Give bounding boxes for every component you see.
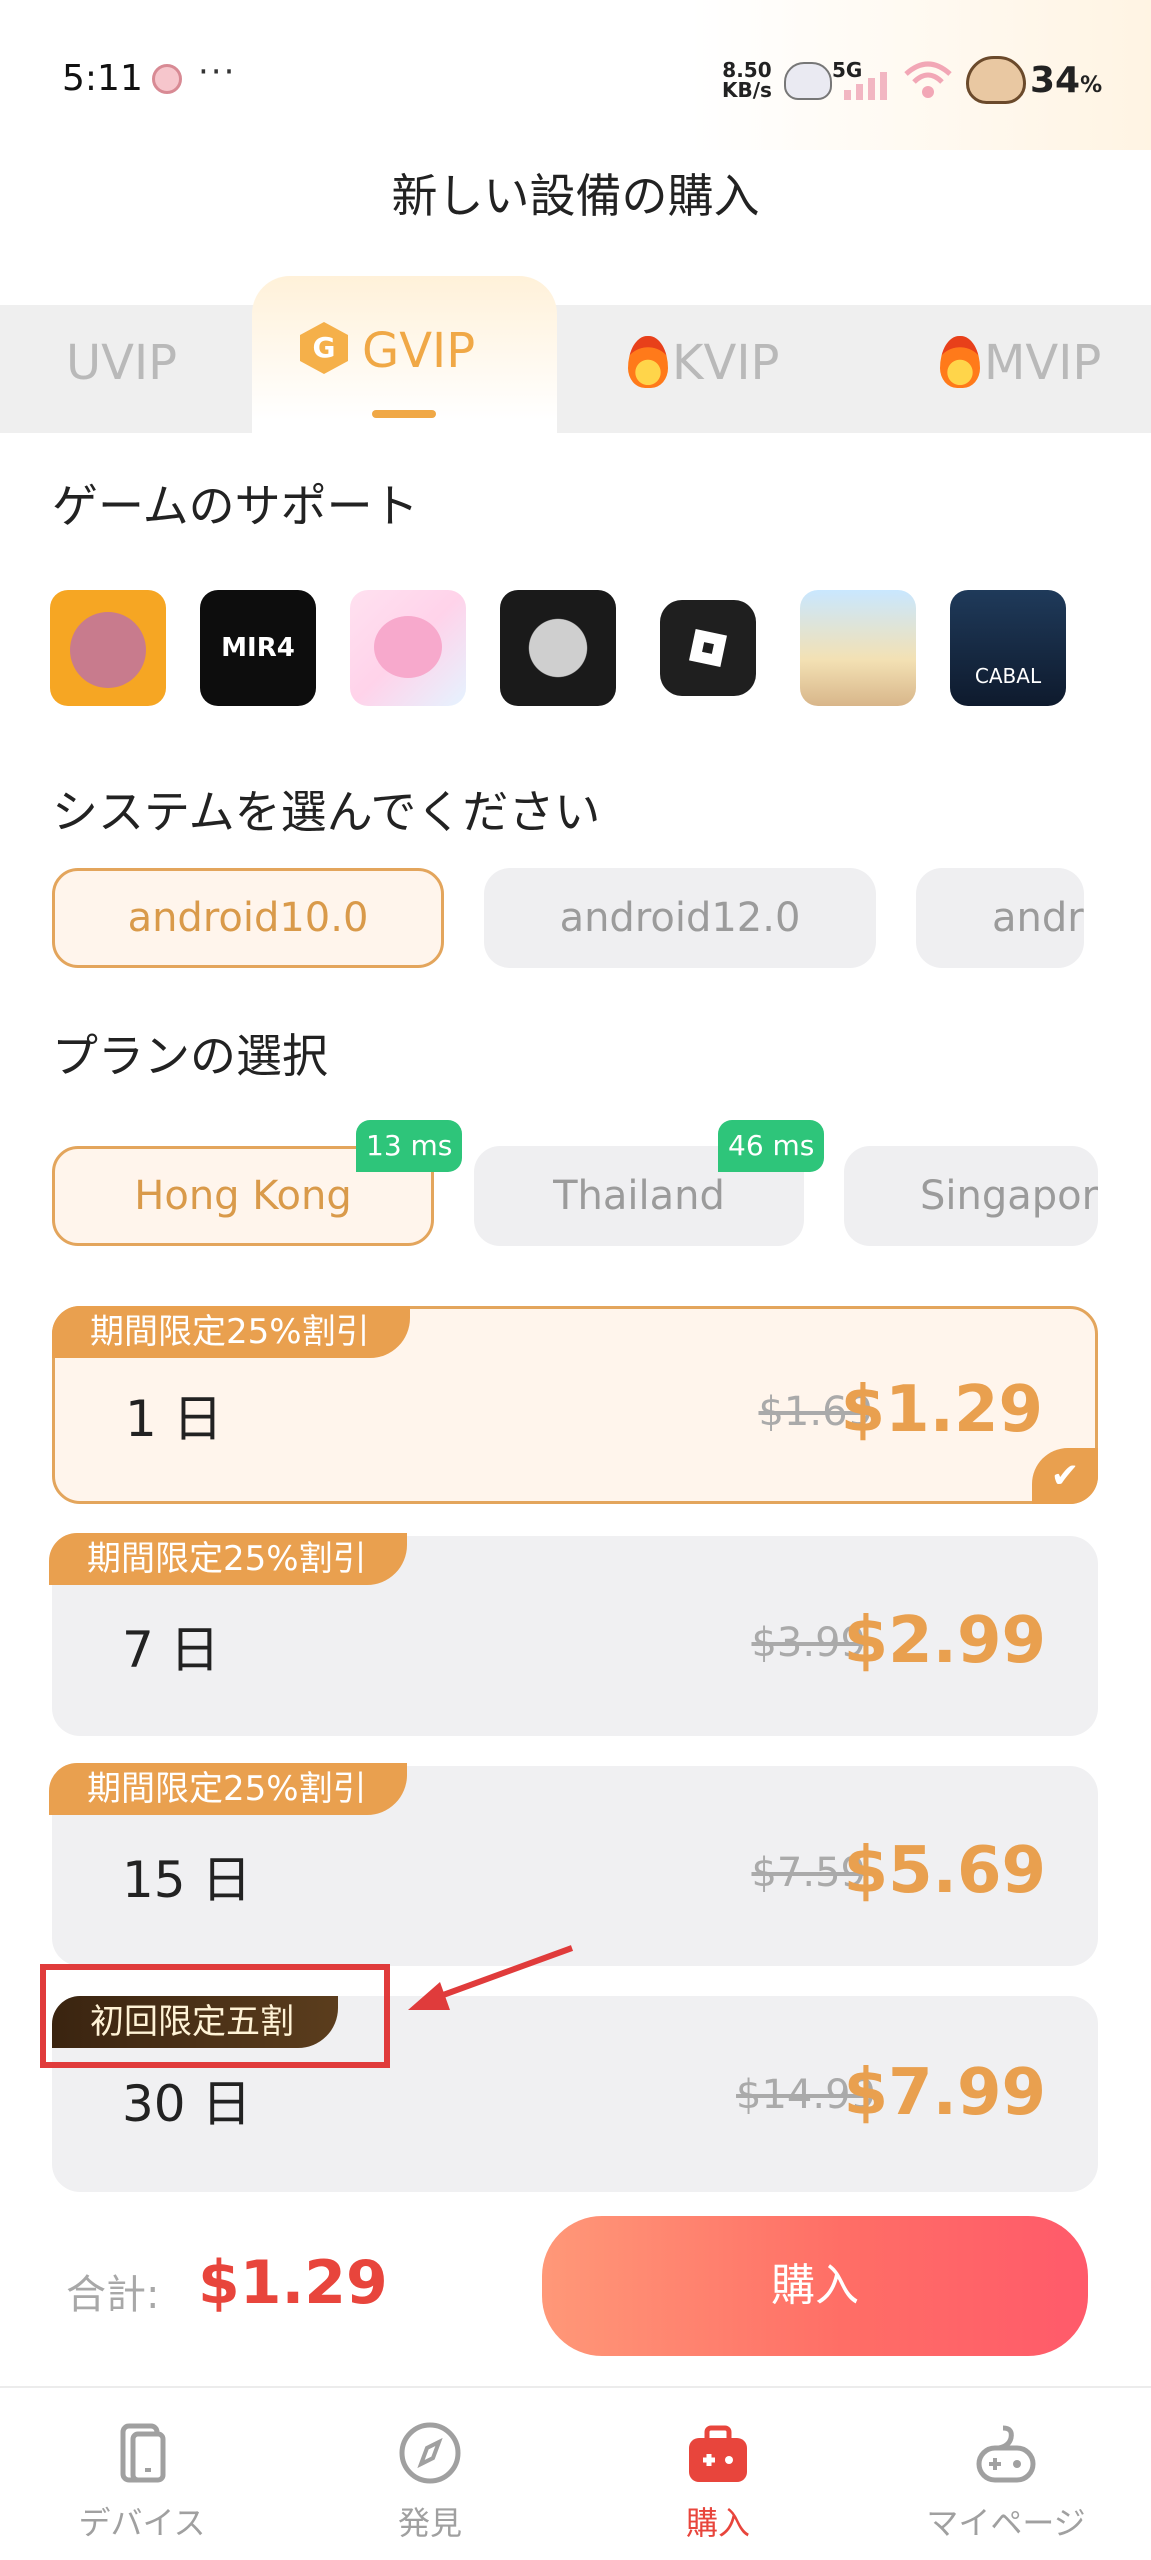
- plan-duration: 15 日: [122, 1851, 252, 1909]
- system-option-partial[interactable]: andr: [916, 868, 1084, 968]
- plan-duration: 30 日: [122, 2075, 252, 2133]
- games-section-title: ゲームのサポート: [52, 479, 419, 533]
- discount-badge: 期間限定25%割引: [52, 1306, 410, 1358]
- more-notifications-icon: ···: [198, 52, 237, 92]
- nav-buy[interactable]: 購入: [618, 2420, 818, 2544]
- tab-mvip[interactable]: MVIP: [940, 318, 1101, 408]
- gamepad-icon: [976, 2425, 1036, 2483]
- tab-indicator: [372, 410, 436, 418]
- plan-duration: 7 日: [122, 1621, 220, 1679]
- buy-button[interactable]: 購入: [542, 2216, 1088, 2356]
- wifi-icon: [904, 61, 952, 98]
- annotation-arrow-icon: [408, 1945, 574, 2010]
- sale-price: $5.69: [843, 1834, 1046, 1908]
- pink-creature-game-icon[interactable]: [350, 590, 466, 706]
- system-option-android12[interactable]: android12.0: [484, 868, 876, 968]
- gvip-badge-icon: G: [300, 322, 348, 374]
- system-option-android10[interactable]: android10.0: [52, 868, 444, 968]
- selected-check-icon: ✔: [1032, 1448, 1098, 1504]
- sale-price: $1.29: [840, 1373, 1043, 1447]
- total-price: $1.29: [198, 2248, 388, 2318]
- nav-devices[interactable]: デバイス: [42, 2420, 242, 2544]
- tab-gvip[interactable]: G GVIP: [300, 306, 475, 396]
- mir4-game-icon[interactable]: MIR4: [200, 590, 316, 706]
- signal-bars-icon: [844, 72, 887, 100]
- tab-kvip[interactable]: KVIP: [628, 318, 779, 408]
- ragnarok-game-icon[interactable]: [800, 590, 916, 706]
- plan-section-title: プランの選択: [52, 1029, 328, 1083]
- page-title: 新しい設備の購入: [391, 169, 760, 223]
- sale-price: $7.99: [843, 2056, 1046, 2130]
- crow-moon-game-icon[interactable]: [500, 590, 616, 706]
- latency-badge: 46 ms: [718, 1120, 825, 1172]
- region-option-singapore[interactable]: Singapor: [844, 1146, 1098, 1246]
- nav-discover[interactable]: 発見: [330, 2420, 530, 2544]
- battery-level: 34%: [1030, 60, 1103, 101]
- compass-icon: [399, 2422, 461, 2484]
- notification-app-icon: [152, 64, 182, 94]
- discount-badge: 期間限定25%割引: [49, 1533, 407, 1585]
- network-speed: 8.50 KB/s: [722, 58, 772, 102]
- cabal-game-icon[interactable]: CABAL: [950, 590, 1066, 706]
- devices-icon: [120, 2423, 166, 2483]
- cat-status-icon: [784, 62, 832, 100]
- tab-uvip[interactable]: UVIP: [66, 318, 177, 408]
- discount-badge: 期間限定25%割引: [49, 1763, 407, 1815]
- annotation-highlight-box: [40, 1964, 390, 2068]
- fire-icon: [940, 336, 980, 388]
- plan-card-7-days[interactable]: 期間限定25%割引 7 日 $3.99 $2.99: [49, 1533, 1098, 1736]
- sale-price: $2.99: [843, 1604, 1046, 1678]
- fire-icon: [628, 336, 668, 388]
- nav-my-page[interactable]: マイページ: [906, 2420, 1106, 2544]
- latency-badge: 13 ms: [356, 1120, 463, 1172]
- roblox-game-icon[interactable]: [660, 600, 756, 696]
- plan-duration: 1 日: [125, 1390, 223, 1448]
- battery-icon: [966, 56, 1026, 104]
- system-section-title: システムを選んでください: [52, 785, 601, 839]
- plan-card-15-days[interactable]: 期間限定25%割引 15 日 $7.59 $5.69: [49, 1763, 1098, 1966]
- shop-bag-icon: [689, 2425, 747, 2482]
- status-time: 5:11: [62, 58, 143, 99]
- total-label: 合計:: [66, 2272, 160, 2318]
- dragon-game-icon[interactable]: [50, 590, 166, 706]
- plan-card-1-day[interactable]: 期間限定25%割引 1 日 $1.69 $1.29 ✔: [52, 1306, 1098, 1504]
